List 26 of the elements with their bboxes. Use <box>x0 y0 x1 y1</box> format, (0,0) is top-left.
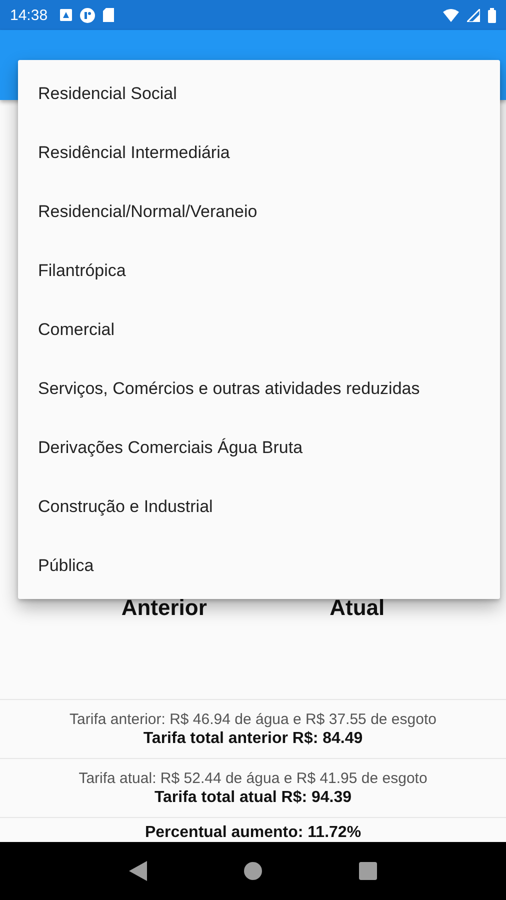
tariff-total: Tarifa total atual R$: 94.39 <box>154 788 352 806</box>
home-icon[interactable] <box>244 862 262 880</box>
notification-icon <box>80 8 95 22</box>
column-heading: Anterior <box>121 595 207 621</box>
menu-item[interactable]: Residêncial Intermediária <box>18 123 500 182</box>
menu-item[interactable]: Serviços, Comércios e outras atividades reduzidas <box>18 359 500 418</box>
recents-icon[interactable] <box>359 862 378 880</box>
menu-item[interactable]: Construção e Industrial <box>18 477 500 536</box>
signal-icon <box>467 8 480 22</box>
menu-item[interactable]: Residencial/Normal/Veraneio <box>18 182 500 241</box>
tariff-total: Tarifa total anterior R$: 84.49 <box>143 730 363 748</box>
wifi-icon <box>443 8 459 22</box>
column-heading: Atual <box>330 595 385 621</box>
menu-item[interactable]: Residencial Social <box>18 64 500 123</box>
tariff-detail: Tarifa anterior: R$ 46.94 de água e R$ 37.55 de esgoto <box>70 710 436 728</box>
increase-percentage: Percentual aumento: 11.72% <box>144 824 362 842</box>
menu-item[interactable]: Pública <box>18 536 500 595</box>
status-time: 14:38 <box>10 6 48 24</box>
menu-item[interactable]: Comercial <box>18 300 500 359</box>
menu-item[interactable]: Filantrópica <box>18 241 500 300</box>
notification-icon <box>60 9 72 21</box>
sd-card-icon <box>102 8 114 22</box>
tariff-detail: Tarifa atual: R$ 52.44 de água e R$ 41.95 de esgoto <box>78 770 428 786</box>
menu-item[interactable]: Derivações Comerciais Água Bruta <box>18 418 500 477</box>
battery-icon <box>488 8 496 22</box>
back-icon[interactable] <box>128 861 147 881</box>
